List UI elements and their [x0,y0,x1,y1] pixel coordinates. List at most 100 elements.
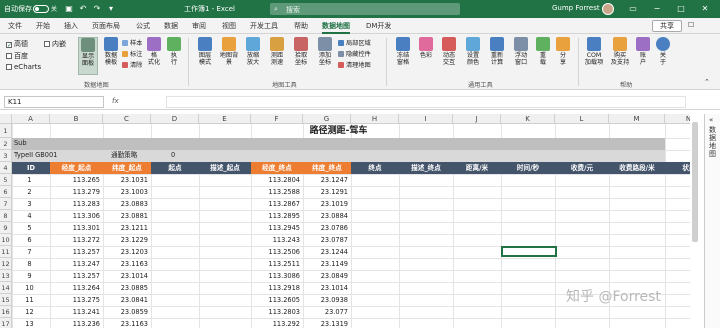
table-cell[interactable]: 11 [12,294,47,306]
tab-formulas[interactable]: 公式 [136,21,150,31]
share-button[interactable]: 共享 [652,20,682,32]
table-cell[interactable]: 113.2588 [251,186,300,198]
table-cell[interactable]: 23.1019 [303,198,348,210]
search-box[interactable]: ⌕ 搜索 [270,3,460,15]
share-map-button[interactable]: 分 享 [554,37,572,66]
table-cell[interactable]: 23.1149 [303,258,348,270]
table-cell[interactable]: 113.257 [50,270,100,282]
recalculate-button[interactable]: 重新 计算 [486,37,508,66]
table-cell[interactable]: 113.2867 [251,198,300,210]
row-header[interactable]: 7 [0,198,12,210]
tab-review[interactable]: 审阅 [192,21,206,31]
row-header[interactable]: 4 [0,162,12,174]
column-header[interactable]: C [103,114,151,124]
table-cell[interactable]: 113.236 [50,318,100,328]
table-header-cell[interactable]: 描述_起点 [199,162,251,174]
column-header[interactable]: G [303,114,351,124]
table-header-cell[interactable]: 纬度_终点 [303,162,351,174]
table-cell[interactable]: 13 [12,318,47,328]
table-cell[interactable]: 113.241 [50,306,100,318]
table-header-cell[interactable]: 起点 [151,162,199,174]
tab-file[interactable]: 文件 [8,21,22,31]
row-header[interactable]: 11 [0,246,12,258]
clean-map-button[interactable]: 清理地图 [338,60,371,69]
table-cell[interactable]: 113.292 [251,318,300,328]
table-cell[interactable]: 23.0841 [103,294,148,306]
local-area-button[interactable]: 局部区域 [338,38,371,47]
column-header[interactable]: B [50,114,103,124]
dynamic-interaction-button[interactable]: 动态 交互 [438,37,460,66]
color-button[interactable]: 色彩 [416,37,436,59]
column-header[interactable]: H [351,114,399,124]
fx-icon[interactable]: fx [112,97,119,105]
table-header-cell[interactable]: 距离/米 [453,162,501,174]
table-cell[interactable]: 23.0884 [303,210,348,222]
table-cell[interactable]: 23.1003 [103,186,148,198]
table-cell[interactable]: 113.283 [50,198,100,210]
floating-window-button[interactable]: 浮动 窗口 [510,37,532,66]
row-header[interactable]: 3 [0,150,12,162]
table-cell[interactable]: 113.243 [251,234,300,246]
panel-expand-icon[interactable]: « [709,116,717,124]
tab-data[interactable]: 数据 [164,21,178,31]
table-cell[interactable]: 113.2605 [251,294,300,306]
collapse-ribbon-icon[interactable]: ⌃ [704,78,710,86]
table-cell[interactable]: 113.301 [50,222,100,234]
table-cell[interactable]: 23.0859 [103,306,148,318]
row-header[interactable]: 15 [0,294,12,306]
user-name[interactable]: Gump Forrest [552,4,600,12]
tab-developer[interactable]: 开发工具 [250,21,278,31]
table-cell[interactable]: 23.1163 [103,258,148,270]
table-cell[interactable]: 113.279 [50,186,100,198]
row-header[interactable]: 1 [0,124,12,138]
tab-page-layout[interactable]: 页面布局 [92,21,120,31]
formula-input[interactable] [166,96,686,108]
column-header[interactable]: E [199,114,251,124]
row-header[interactable]: 10 [0,234,12,246]
account-button[interactable]: 账 户 [634,37,652,66]
freeze-panes-button[interactable]: 冻结 窗格 [392,37,414,66]
table-cell[interactable]: 113.2804 [251,174,300,186]
table-cell[interactable]: 8 [12,258,47,270]
table-cell[interactable]: 113.2511 [251,258,300,270]
table-cell[interactable]: 23.1014 [103,270,148,282]
table-cell[interactable]: 23.077 [303,306,348,318]
table-cell[interactable]: 9 [12,270,47,282]
column-header[interactable]: F [251,114,303,124]
table-cell[interactable]: 113.2895 [251,210,300,222]
show-panel-button[interactable]: 显示 面板 [78,37,98,75]
corner-cell[interactable] [0,114,12,124]
row-header[interactable]: 12 [0,258,12,270]
table-header-cell[interactable]: 终点 [351,162,399,174]
table-cell[interactable]: 23.0885 [103,282,148,294]
annotate-button[interactable]: 标注 [122,49,142,58]
clear-button[interactable]: 清除 [122,60,142,69]
row-header[interactable]: 6 [0,186,12,198]
table-cell[interactable]: 113.2945 [251,222,300,234]
table-cell[interactable]: 23.0786 [303,222,348,234]
table-cell[interactable]: 23.1244 [303,246,348,258]
table-header-cell[interactable]: ID [12,162,50,174]
customize-toolbar-icon[interactable]: ▾ [106,4,116,14]
table-cell[interactable]: 1 [12,174,47,186]
table-header-cell[interactable]: 状态 [665,162,690,174]
maximize-icon[interactable]: □ [676,4,686,14]
table-cell[interactable]: 12 [12,306,47,318]
table-cell[interactable]: 23.1163 [103,318,148,328]
set-color-button[interactable]: 设置 颜色 [462,37,484,66]
table-cell[interactable]: 3 [12,198,47,210]
selected-cell[interactable] [501,246,557,257]
table-cell[interactable]: 23.1291 [303,186,348,198]
tab-home[interactable]: 开始 [36,21,50,31]
data-template-button[interactable]: 数据 模板 [101,37,121,66]
avatar[interactable] [602,3,614,15]
hide-controls-button[interactable]: 隐藏控件 [338,49,371,58]
table-cell[interactable]: 23.1014 [303,282,348,294]
table-cell[interactable]: 2 [12,186,47,198]
table-cell[interactable]: 113.2918 [251,282,300,294]
table-cell[interactable]: 23.0881 [103,210,148,222]
table-cell[interactable]: 113.257 [50,246,100,258]
row-header[interactable]: 9 [0,222,12,234]
layer-mode-button[interactable]: 图层 模式 [194,37,216,66]
undo-icon[interactable]: ↶ [78,4,88,14]
